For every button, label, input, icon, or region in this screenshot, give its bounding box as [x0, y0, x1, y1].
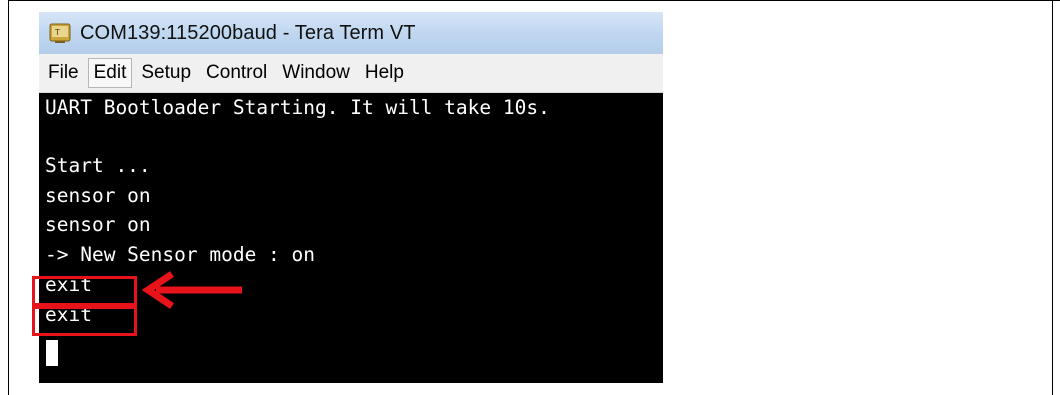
menu-file[interactable]: File [42, 58, 85, 88]
window-title: COM139:115200baud - Tera Term VT [80, 21, 416, 44]
terminal-line: UART Bootloader Starting. It will take 1… [45, 96, 550, 119]
teraterm-app-icon[interactable]: T [49, 22, 71, 44]
document-frame-left [8, 0, 9, 395]
menu-help[interactable]: Help [359, 58, 410, 88]
terminal-output[interactable]: UART Bootloader Starting. It will take 1… [45, 93, 663, 383]
terminal-line: Start ... [45, 154, 151, 177]
menu-window[interactable]: Window [276, 58, 356, 88]
terminal-line: sensor on [45, 213, 151, 236]
menu-edit[interactable]: Edit [87, 58, 133, 88]
highlight-box-exit-2 [32, 306, 137, 336]
menu-setup[interactable]: Setup [135, 58, 197, 88]
svg-text:T: T [54, 28, 60, 37]
left-arrow-icon [141, 271, 242, 309]
terminal-line: sensor on [45, 184, 151, 207]
menu-control[interactable]: Control [200, 58, 273, 88]
menu-bar: File Edit Setup Control Window Help [39, 54, 663, 93]
document-frame-right [1052, 0, 1053, 395]
terminal-line: -> New Sensor mode : on [45, 243, 316, 266]
terminal-cursor [46, 340, 58, 366]
highlight-box-exit-1 [32, 276, 137, 306]
document-frame-top [8, 0, 1060, 1]
title-bar[interactable]: T COM139:115200baud - Tera Term VT [39, 12, 663, 54]
